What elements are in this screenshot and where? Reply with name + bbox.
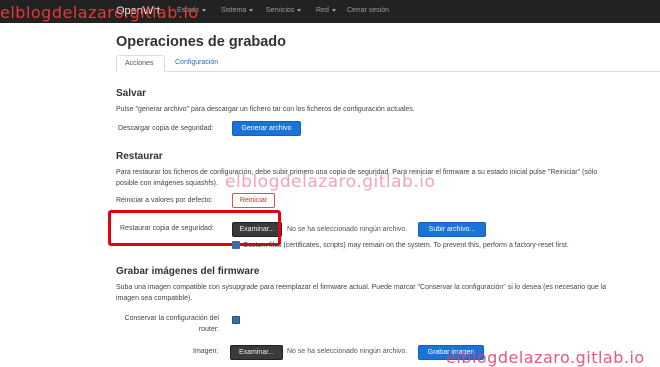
page-title: Operaciones de grabado xyxy=(116,34,287,50)
browse-image-button[interactable]: Examinar... xyxy=(230,345,283,360)
section-title-salvar: Salvar xyxy=(116,88,147,99)
tab-configuracion[interactable]: Configuración xyxy=(167,55,226,72)
keep-config-checkbox[interactable] xyxy=(232,316,240,324)
upload-archive-button[interactable]: Subir archivo... xyxy=(418,222,486,237)
tab-acciones[interactable]: Acciones xyxy=(116,55,165,72)
nav-item-label: Sistema xyxy=(221,7,247,14)
firmware-description: Suba una imagen compatible con sysupgrad… xyxy=(116,282,656,304)
nav-item-label: Servicios xyxy=(266,7,295,14)
custom-files-notice-text: Custom files (certificates, scripts) may… xyxy=(243,241,569,249)
firmware-description-line2: imagen sea compatible). xyxy=(116,295,193,302)
reset-button[interactable]: Reiniciar xyxy=(232,193,275,208)
custom-files-notice: Custom files (certificates, scripts) may… xyxy=(232,241,569,249)
nav-item-sistema[interactable]: Sistema xyxy=(221,7,254,14)
image-file-status: No se ha seleccionado ningún archivo. xyxy=(287,348,408,355)
download-backup-label: Descargar copia de seguridad: xyxy=(118,125,214,132)
nav-item-label: Red xyxy=(316,7,329,14)
keep-config-label-line1: Conservar la configuración del xyxy=(124,315,219,322)
caret-down-icon xyxy=(201,8,206,12)
section-title-restaurar: Restaurar xyxy=(116,151,163,162)
keep-config-label-line2: router: xyxy=(198,326,219,333)
nav-item-logout[interactable]: Cerrar sesión xyxy=(347,7,389,14)
watermark-bottom: elblogdelazaro.gitlab.io xyxy=(446,348,645,367)
generate-archive-button[interactable]: Generar archivo xyxy=(232,121,301,136)
nav-item-red[interactable]: Red xyxy=(316,7,336,14)
caret-down-icon xyxy=(297,8,302,12)
caret-down-icon xyxy=(249,8,254,12)
image-label: Imagen: xyxy=(193,348,219,355)
caret-down-icon xyxy=(331,8,336,12)
reset-defaults-label: Reiniciar a valores por defecto: xyxy=(116,197,213,204)
watermark-middle: elblogdelazaro.gitlab.io xyxy=(225,172,436,192)
backup-file-status: No se ha seleccionado ningún archivo. xyxy=(287,226,408,233)
firmware-description-line1: Suba una imagen compatible con sysupgrad… xyxy=(116,284,607,291)
info-icon xyxy=(232,241,240,249)
keep-config-label: Conservar la configuración del router: xyxy=(118,313,219,335)
salvar-description: Pulse "generar archivo" para descargar u… xyxy=(116,106,415,113)
watermark-top: elblogdelazaro.gitlab.io xyxy=(0,3,199,22)
section-title-firmware: Grabar imágenes del firmware xyxy=(116,266,260,277)
nav-item-servicios[interactable]: Servicios xyxy=(266,7,302,14)
